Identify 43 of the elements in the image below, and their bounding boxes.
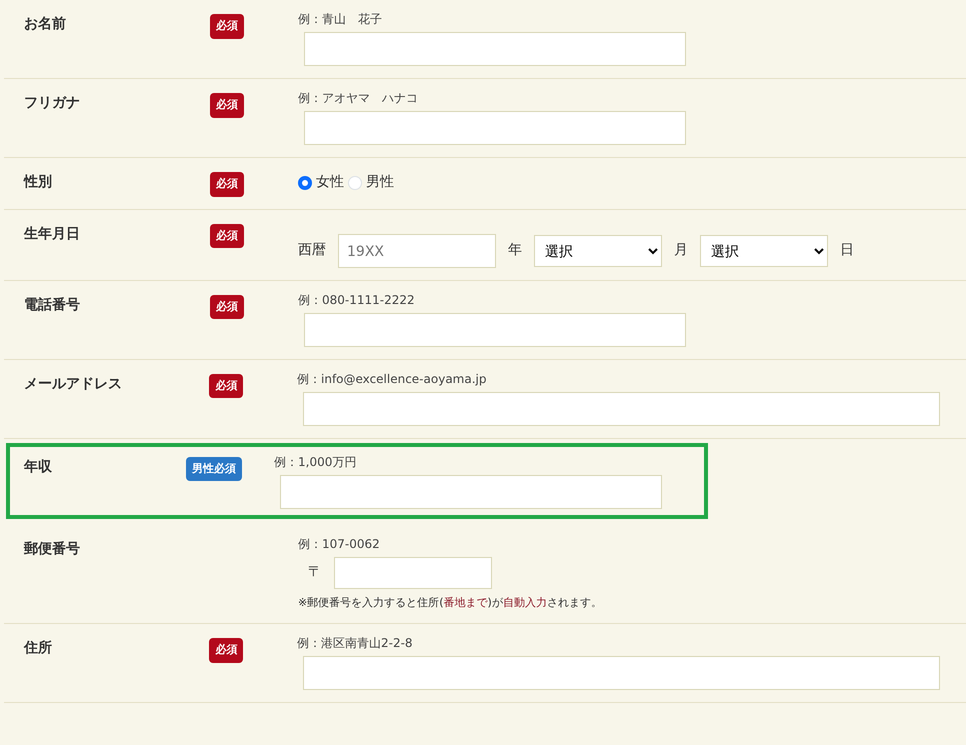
example-text: 例：港区南青山2-2-8 xyxy=(297,635,414,652)
required-badge: 必須 xyxy=(210,224,244,248)
male-required-badge: 男性必須 xyxy=(186,456,242,481)
example-text: 例：080-1111-2222 xyxy=(298,292,416,308)
field-label: メールアドレス xyxy=(23,374,123,394)
field-label: 郵便番号 xyxy=(22,540,81,558)
example-text: 例：青山 花子 xyxy=(298,11,383,28)
example-text: 例：アオヤマ ハナコ xyxy=(298,90,419,107)
field-label: お名前 xyxy=(23,15,67,34)
example-text: 例：107-0062 xyxy=(298,536,381,552)
input-field[interactable] xyxy=(280,474,662,508)
postal-field[interactable] xyxy=(334,556,492,588)
required-badge: 必須 xyxy=(209,638,244,662)
field-label: 年収 xyxy=(22,458,53,476)
input-field[interactable] xyxy=(304,312,686,346)
input-field[interactable] xyxy=(303,656,940,690)
radio-label: 女性 xyxy=(316,173,344,192)
input-field[interactable] xyxy=(304,32,686,66)
note-text: ※郵便番号を入力すると住所(番地まで)が自動入力 されます。 xyxy=(298,594,603,610)
unit-label: 月 xyxy=(674,241,688,260)
required-badge: 必須 xyxy=(209,374,244,398)
radio-label: 男性 xyxy=(366,173,394,192)
select-field[interactable]: 選択 xyxy=(534,234,662,266)
example-text: 例：info@excellence-aoyama.jp xyxy=(297,370,488,388)
radio-button[interactable] xyxy=(298,176,312,190)
required-badge: 必須 xyxy=(210,294,244,319)
unit-label: 日 xyxy=(840,241,854,260)
input-field[interactable] xyxy=(303,392,940,426)
select-field[interactable]: 選択 xyxy=(700,234,828,266)
unit-label: 西暦 xyxy=(298,241,326,260)
required-badge: 必須 xyxy=(210,172,244,196)
required-badge: 必須 xyxy=(210,14,244,38)
year-field[interactable]: 19XX xyxy=(338,234,496,268)
field-label: 生年月日 xyxy=(22,224,81,244)
required-badge: 必須 xyxy=(210,93,244,118)
field-label: 性別 xyxy=(22,173,53,192)
unit-label: 年 xyxy=(508,241,522,260)
postal-mark: 〒 xyxy=(308,563,322,582)
example-text: 例：1,000万円 xyxy=(274,454,358,470)
input-field[interactable] xyxy=(304,111,686,145)
field-label: 電話番号 xyxy=(23,296,81,314)
field-label: 住所 xyxy=(22,639,53,658)
field-label: フリガナ xyxy=(23,94,81,113)
